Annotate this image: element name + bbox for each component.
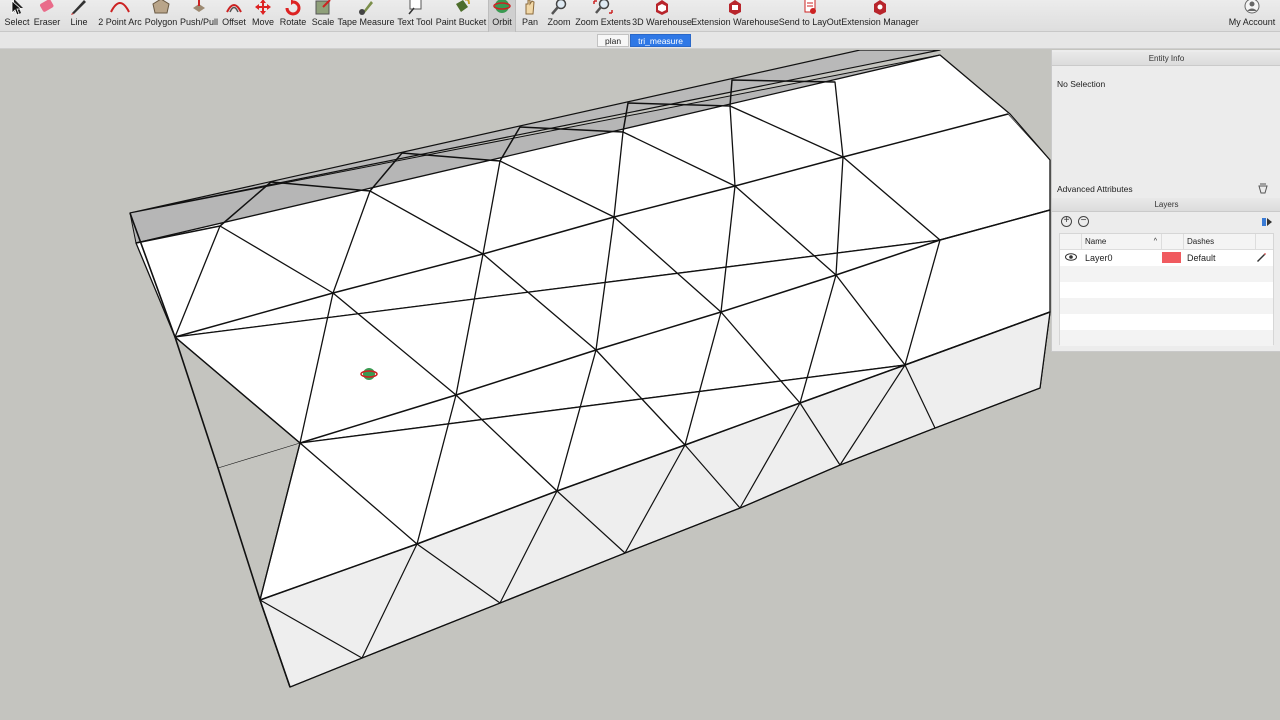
zoom-magnifier-icon <box>551 0 567 15</box>
polygon-icon <box>152 0 170 14</box>
tool-tape-measure[interactable]: Tape Measure <box>337 0 395 32</box>
tool-orbit[interactable]: Orbit <box>488 0 516 32</box>
main-toolbar: Select Eraser Line 2 Point Arc Polygon P… <box>0 0 1280 32</box>
paint-bucket-icon <box>456 0 470 12</box>
text-tool-icon <box>408 0 422 15</box>
send-to-layout-icon <box>804 0 816 14</box>
pan-hand-icon <box>525 0 535 15</box>
layer-visibility-eye-icon[interactable] <box>1060 253 1082 263</box>
extension-manager-icon <box>874 0 886 15</box>
tool-rotate[interactable]: Rotate <box>279 0 307 32</box>
empty-row <box>1060 282 1273 298</box>
scale-icon <box>315 0 331 15</box>
layers-panel: Layers + − Name ^ Dashes Layer0 Default <box>1052 198 1280 352</box>
pencil-icon <box>71 0 86 15</box>
scene-tab-tri-measure[interactable]: tri_measure <box>630 34 691 47</box>
empty-row <box>1060 330 1273 346</box>
zoom-extents-icon <box>593 0 613 14</box>
table-row[interactable]: Layer0 Default <box>1060 250 1273 266</box>
scene-tab-plan[interactable]: plan <box>597 34 630 47</box>
layer-name[interactable]: Layer0 <box>1082 253 1162 263</box>
tool-line[interactable]: Line <box>66 0 92 32</box>
sort-ascending-icon: ^ <box>1153 238 1157 245</box>
tool-extension-warehouse[interactable]: Extension Warehouse <box>691 0 779 32</box>
column-dashes-header[interactable]: Dashes <box>1184 234 1256 249</box>
orbit-icon <box>493 0 511 13</box>
tool-move[interactable]: Move <box>251 0 275 32</box>
tool-polygon[interactable]: Polygon <box>145 0 177 32</box>
add-layer-button[interactable]: + <box>1061 216 1072 227</box>
eraser-icon <box>40 0 54 12</box>
entity-info-title[interactable]: Entity Info <box>1052 52 1280 66</box>
layer-dashes-value[interactable]: Default <box>1184 253 1256 263</box>
tool-extension-manager[interactable]: Extension Manager <box>841 0 919 32</box>
layer-color-swatch[interactable] <box>1162 251 1184 265</box>
tool-text[interactable]: Text Tool <box>396 0 434 32</box>
offset-icon <box>226 4 242 13</box>
my-account-button[interactable]: My Account <box>1226 0 1278 32</box>
tool-paint-bucket[interactable]: Paint Bucket <box>436 0 486 32</box>
scene-tabs-bar: plan tri_measure <box>0 32 1280 49</box>
default-tray: Entity Info No Selection Advanced Attrib… <box>1051 50 1280 352</box>
extension-warehouse-icon <box>729 0 741 15</box>
move-arrows-icon <box>255 0 271 15</box>
advanced-attributes-toggle-icon[interactable] <box>1257 183 1269 195</box>
arc-icon <box>110 2 130 13</box>
push-pull-icon <box>193 0 205 12</box>
entity-info-selection: No Selection <box>1057 79 1106 89</box>
account-user-icon <box>1244 0 1260 14</box>
tool-zoom-extents[interactable]: Zoom Extents <box>575 0 631 32</box>
layers-table-header: Name ^ Dashes <box>1060 234 1273 250</box>
tool-send-to-layout[interactable]: Send to LayOut <box>779 0 841 32</box>
tool-eraser[interactable]: Eraser <box>32 0 62 32</box>
tool-push-pull[interactable]: Push/Pull <box>180 0 218 32</box>
column-name-header[interactable]: Name ^ <box>1082 234 1162 249</box>
tool-2-point-arc[interactable]: 2 Point Arc <box>98 0 142 32</box>
empty-row <box>1060 266 1273 282</box>
tool-3d-warehouse[interactable]: 3D Warehouse <box>632 0 692 32</box>
tool-scale[interactable]: Scale <box>310 0 336 32</box>
layers-table: Name ^ Dashes Layer0 Default <box>1059 233 1274 346</box>
tape-measure-icon <box>359 1 373 15</box>
tool-pan[interactable]: Pan <box>519 0 541 32</box>
advanced-attributes-label[interactable]: Advanced Attributes <box>1057 184 1133 194</box>
tool-offset[interactable]: Offset <box>221 0 247 32</box>
entity-info-panel: Entity Info No Selection Advanced Attrib… <box>1052 52 1280 198</box>
tool-zoom[interactable]: Zoom <box>545 0 573 32</box>
layers-detail-arrow-icon[interactable] <box>1261 216 1273 228</box>
empty-row <box>1060 314 1273 330</box>
delete-layer-button[interactable]: − <box>1078 216 1089 227</box>
rotate-icon <box>285 0 301 16</box>
layer-edit-pencil-icon[interactable] <box>1256 252 1273 264</box>
layers-title[interactable]: Layers <box>1052 198 1280 212</box>
triangulated-tube-model <box>129 50 1051 688</box>
empty-row <box>1060 298 1273 314</box>
mouse-pointer-icon <box>11 0 23 16</box>
3d-warehouse-icon <box>656 0 668 15</box>
